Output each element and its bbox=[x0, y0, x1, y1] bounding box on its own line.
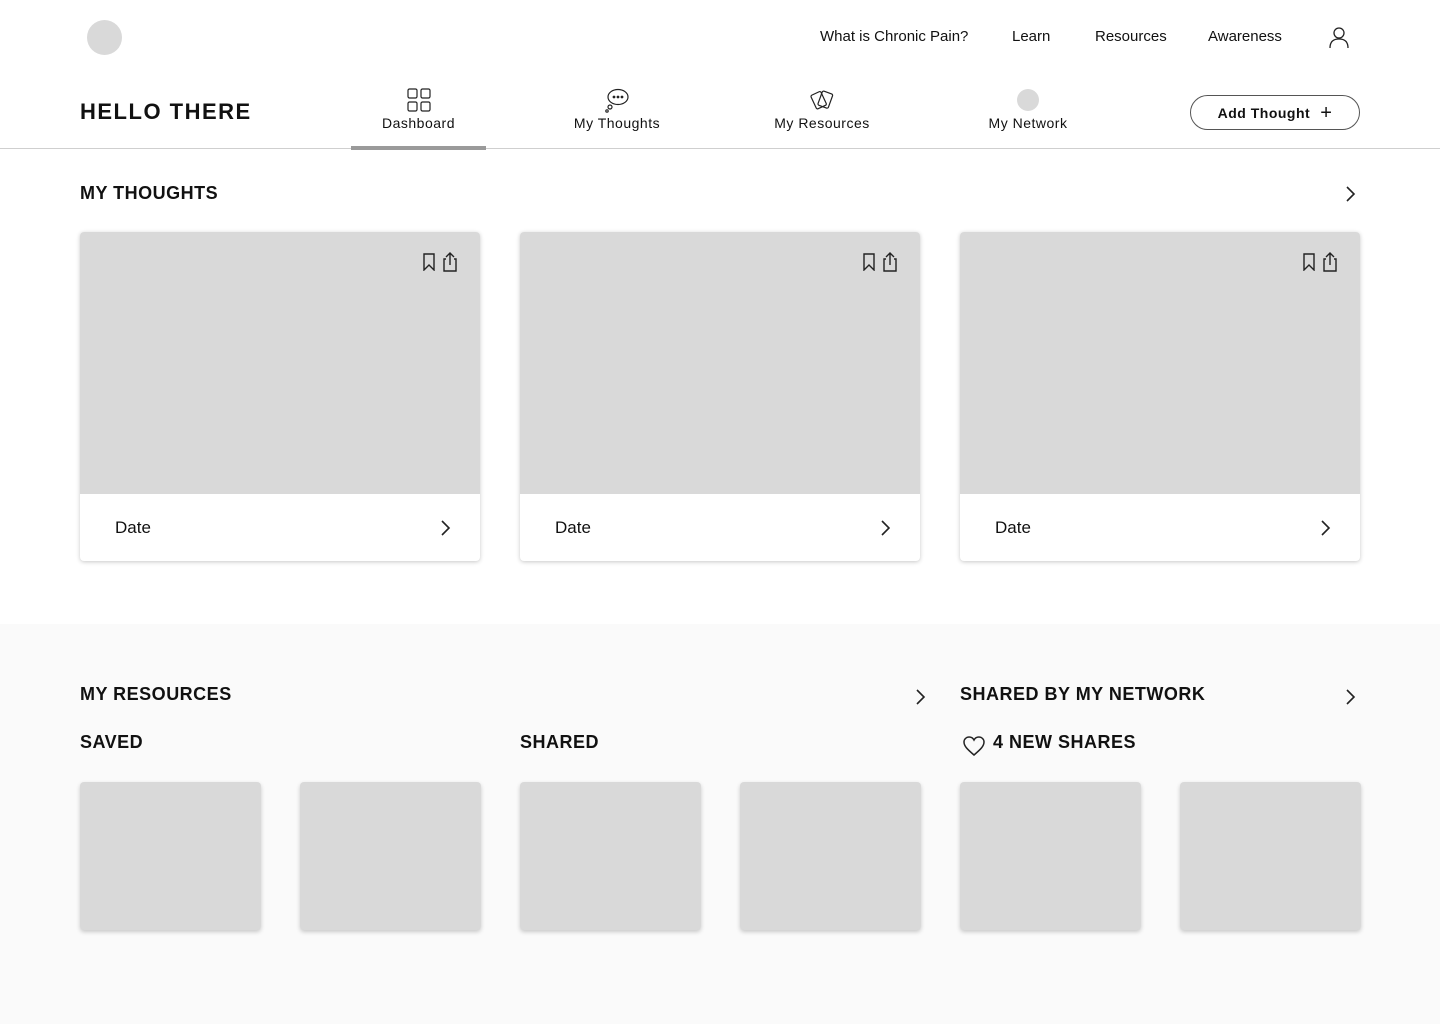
heart-icon bbox=[963, 736, 985, 756]
nav-link-chronic-pain[interactable]: What is Chronic Pain? bbox=[820, 28, 968, 45]
chevron-right-icon[interactable] bbox=[878, 519, 892, 537]
shared-resource-tile[interactable] bbox=[740, 782, 921, 930]
tab-dashboard[interactable]: Dashboard bbox=[351, 76, 486, 150]
tab-my-network[interactable]: My Network bbox=[978, 76, 1078, 149]
share-icon[interactable] bbox=[881, 252, 899, 272]
network-share-tile[interactable] bbox=[1180, 782, 1361, 930]
tab-label: My Network bbox=[988, 115, 1068, 131]
saved-resource-tile[interactable] bbox=[300, 782, 481, 930]
top-navigation: What is Chronic Pain? Learn Resources Aw… bbox=[0, 0, 1440, 76]
thought-card-image bbox=[960, 232, 1360, 494]
tab-label: Dashboard bbox=[382, 115, 455, 131]
network-avatar-icon bbox=[1017, 89, 1039, 111]
nav-link-awareness[interactable]: Awareness bbox=[1208, 28, 1282, 45]
cards-icon bbox=[810, 90, 834, 110]
add-thought-button[interactable]: Add Thought + bbox=[1190, 95, 1360, 130]
user-icon[interactable] bbox=[1327, 25, 1351, 49]
tab-label: My Thoughts bbox=[573, 115, 661, 131]
thought-card[interactable]: Date bbox=[960, 232, 1360, 561]
bookmark-icon[interactable] bbox=[422, 253, 436, 271]
tab-my-resources[interactable]: My Resources bbox=[762, 76, 882, 149]
bookmark-icon[interactable] bbox=[1302, 253, 1316, 271]
nav-link-learn[interactable]: Learn bbox=[1012, 28, 1050, 45]
share-icon[interactable] bbox=[1321, 252, 1339, 272]
plus-icon: + bbox=[1320, 101, 1333, 124]
thought-card-date: Date bbox=[555, 518, 591, 537]
thought-card-image bbox=[520, 232, 920, 494]
thought-card[interactable]: Date bbox=[520, 232, 920, 561]
nav-link-resources[interactable]: Resources bbox=[1095, 28, 1167, 45]
chevron-right-icon[interactable] bbox=[438, 519, 452, 537]
share-icon[interactable] bbox=[441, 252, 459, 272]
chevron-right-icon[interactable] bbox=[1343, 185, 1357, 203]
shared-resource-tile[interactable] bbox=[520, 782, 701, 930]
bookmark-icon[interactable] bbox=[862, 253, 876, 271]
logo[interactable] bbox=[87, 20, 122, 55]
chevron-right-icon[interactable] bbox=[913, 688, 927, 706]
my-thoughts-title: MY THOUGHTS bbox=[80, 183, 219, 203]
shared-by-network-title: SHARED BY MY NETWORK bbox=[960, 684, 1206, 704]
add-thought-label: Add Thought bbox=[1217, 104, 1311, 121]
new-shares-count: 4 NEW SHARES bbox=[993, 732, 1137, 752]
network-share-tile[interactable] bbox=[960, 782, 1141, 930]
greeting: HELLO THERE bbox=[80, 99, 252, 124]
thought-card[interactable]: Date bbox=[80, 232, 480, 561]
chevron-right-icon[interactable] bbox=[1318, 519, 1332, 537]
tab-my-thoughts[interactable]: My Thoughts bbox=[555, 76, 679, 149]
my-resources-title: MY RESOURCES bbox=[80, 684, 232, 704]
saved-title: SAVED bbox=[80, 732, 144, 752]
thought-card-image bbox=[80, 232, 480, 494]
shared-title: SHARED bbox=[520, 732, 600, 752]
thought-card-date: Date bbox=[115, 518, 151, 537]
thought-card-date: Date bbox=[995, 518, 1031, 537]
tab-label: My Resources bbox=[774, 115, 870, 131]
dashboard-header: HELLO THERE Dashboard My Thoughts My Res… bbox=[0, 76, 1440, 150]
saved-resource-tile[interactable] bbox=[80, 782, 261, 930]
grid-icon bbox=[406, 88, 431, 112]
thought-bubble-icon bbox=[605, 88, 629, 113]
chevron-right-icon[interactable] bbox=[1343, 688, 1357, 706]
